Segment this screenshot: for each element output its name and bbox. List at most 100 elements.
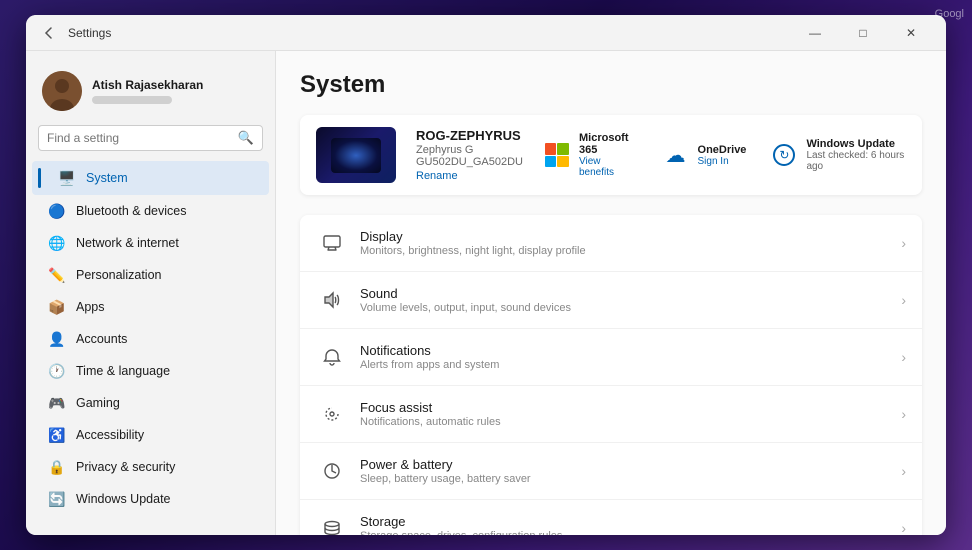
nav-menu: 🖥️ System🔵 Bluetooth & devices🌐 Network … (26, 161, 275, 515)
onedrive-subtitle[interactable]: Sign In (698, 156, 747, 167)
sound-text: Sound Volume levels, output, input, soun… (360, 286, 901, 314)
titlebar: Settings — □ ✕ (26, 15, 946, 51)
minimize-button[interactable]: — (792, 17, 838, 49)
focus-assist-title: Focus assist (360, 400, 901, 415)
gaming-icon: 🎮 (48, 394, 66, 412)
ms365-subtitle[interactable]: View benefits (579, 156, 638, 178)
system-icon: 🖥️ (58, 169, 76, 187)
ms365-text: Microsoft 365 View benefits (579, 132, 638, 178)
device-thumbnail (331, 138, 381, 173)
power-battery-icon (316, 455, 348, 487)
personalization-label: Personalization (76, 268, 161, 282)
storage-text: Storage Storage space, drives, configura… (360, 514, 901, 535)
windows-update-service: ↻ Windows Update Last checked: 6 hours a… (770, 138, 906, 172)
sidebar-item-privacy[interactable]: 🔒 Privacy & security (32, 451, 269, 483)
focus-assist-chevron: › (901, 406, 906, 422)
content-area: Atish Rajasekharan 🔍 🖥️ System🔵 Bluetoot… (26, 51, 946, 535)
display-description: Monitors, brightness, night light, displ… (360, 245, 901, 257)
bluetooth-icon: 🔵 (48, 202, 66, 220)
winupdate-text: Windows Update Last checked: 6 hours ago (806, 138, 906, 172)
settings-item-focus-assist[interactable]: Focus assist Notifications, automatic ru… (300, 386, 922, 443)
settings-item-power-battery[interactable]: Power & battery Sleep, battery usage, ba… (300, 443, 922, 500)
onedrive-text: OneDrive Sign In (698, 144, 747, 167)
back-button[interactable] (38, 22, 60, 44)
avatar (42, 71, 82, 111)
sidebar-item-personalization[interactable]: ✏️ Personalization (32, 259, 269, 291)
settings-item-display[interactable]: Display Monitors, brightness, night ligh… (300, 215, 922, 272)
close-button[interactable]: ✕ (888, 17, 934, 49)
device-card: ROG-ZEPHYRUS Zephyrus G GU502DU_GA502DU … (300, 115, 922, 195)
power-battery-title: Power & battery (360, 457, 901, 472)
settings-list: Display Monitors, brightness, night ligh… (300, 215, 922, 535)
sidebar-item-apps[interactable]: 📦 Apps (32, 291, 269, 323)
windows-update-icon: 🔄 (48, 490, 66, 508)
settings-item-storage[interactable]: Storage Storage space, drives, configura… (300, 500, 922, 535)
onedrive-service: ☁ OneDrive Sign In (662, 141, 747, 169)
sidebar-item-windows-update[interactable]: 🔄 Windows Update (32, 483, 269, 515)
winupdate-subtitle: Last checked: 6 hours ago (806, 150, 906, 172)
main-content: System ROG-ZEPHYRUS Zephyrus G GU502DU_G… (276, 51, 946, 535)
notifications-text: Notifications Alerts from apps and syste… (360, 343, 901, 371)
search-box[interactable]: 🔍 (38, 125, 263, 151)
power-battery-description: Sleep, battery usage, battery saver (360, 473, 901, 485)
search-icon: 🔍 (238, 130, 254, 146)
sidebar-item-network[interactable]: 🌐 Network & internet (32, 227, 269, 259)
gaming-label: Gaming (76, 396, 120, 410)
window-controls: — □ ✕ (792, 17, 934, 49)
display-title: Display (360, 229, 901, 244)
sidebar-item-gaming[interactable]: 🎮 Gaming (32, 387, 269, 419)
apps-label: Apps (76, 300, 105, 314)
sound-chevron: › (901, 292, 906, 308)
focus-assist-icon (316, 398, 348, 430)
sidebar: Atish Rajasekharan 🔍 🖥️ System🔵 Bluetoot… (26, 51, 276, 535)
display-text: Display Monitors, brightness, night ligh… (360, 229, 901, 257)
device-model: Zephyrus G GU502DU_GA502DU (416, 144, 523, 168)
power-battery-chevron: › (901, 463, 906, 479)
accounts-icon: 👤 (48, 330, 66, 348)
network-icon: 🌐 (48, 234, 66, 252)
user-name: Atish Rajasekharan (92, 78, 259, 94)
windows-update-label: Windows Update (76, 492, 171, 506)
bluetooth-label: Bluetooth & devices (76, 204, 187, 218)
sidebar-item-bluetooth[interactable]: 🔵 Bluetooth & devices (32, 195, 269, 227)
window-title: Settings (68, 26, 792, 40)
active-indicator (38, 168, 41, 188)
privacy-label: Privacy & security (76, 460, 175, 474)
notifications-icon (316, 341, 348, 373)
power-battery-text: Power & battery Sleep, battery usage, ba… (360, 457, 901, 485)
onedrive-title: OneDrive (698, 144, 747, 156)
sidebar-item-time[interactable]: 🕐 Time & language (32, 355, 269, 387)
storage-description: Storage space, drives, configuration rul… (360, 530, 901, 535)
search-input[interactable] (47, 131, 232, 145)
maximize-button[interactable]: □ (840, 17, 886, 49)
privacy-icon: 🔒 (48, 458, 66, 476)
settings-item-notifications[interactable]: Notifications Alerts from apps and syste… (300, 329, 922, 386)
settings-item-sound[interactable]: Sound Volume levels, output, input, soun… (300, 272, 922, 329)
sidebar-item-accessibility[interactable]: ♿ Accessibility (32, 419, 269, 451)
sound-icon (316, 284, 348, 316)
focus-assist-text: Focus assist Notifications, automatic ru… (360, 400, 901, 428)
notifications-description: Alerts from apps and system (360, 359, 901, 371)
device-image (316, 127, 396, 183)
rename-link[interactable]: Rename (416, 170, 523, 182)
system-label: System (86, 171, 128, 185)
accessibility-label: Accessibility (76, 428, 144, 442)
display-icon (316, 227, 348, 259)
windows-update-icon: ↻ (770, 141, 798, 169)
settings-window: Settings — □ ✕ (26, 15, 946, 535)
focus-assist-description: Notifications, automatic rules (360, 416, 901, 428)
time-icon: 🕐 (48, 362, 66, 380)
accounts-label: Accounts (76, 332, 127, 346)
ms365-icon (543, 141, 571, 169)
ms365-title: Microsoft 365 (579, 132, 638, 156)
apps-icon: 📦 (48, 298, 66, 316)
time-label: Time & language (76, 364, 170, 378)
sidebar-item-accounts[interactable]: 👤 Accounts (32, 323, 269, 355)
network-label: Network & internet (76, 236, 179, 250)
ms365-service: Microsoft 365 View benefits (543, 132, 638, 178)
winupdate-title: Windows Update (806, 138, 906, 150)
storage-title: Storage (360, 514, 901, 529)
sidebar-item-system[interactable]: 🖥️ System (32, 161, 269, 195)
sound-title: Sound (360, 286, 901, 301)
cloud-services: Microsoft 365 View benefits ☁ OneDrive S… (543, 132, 906, 178)
